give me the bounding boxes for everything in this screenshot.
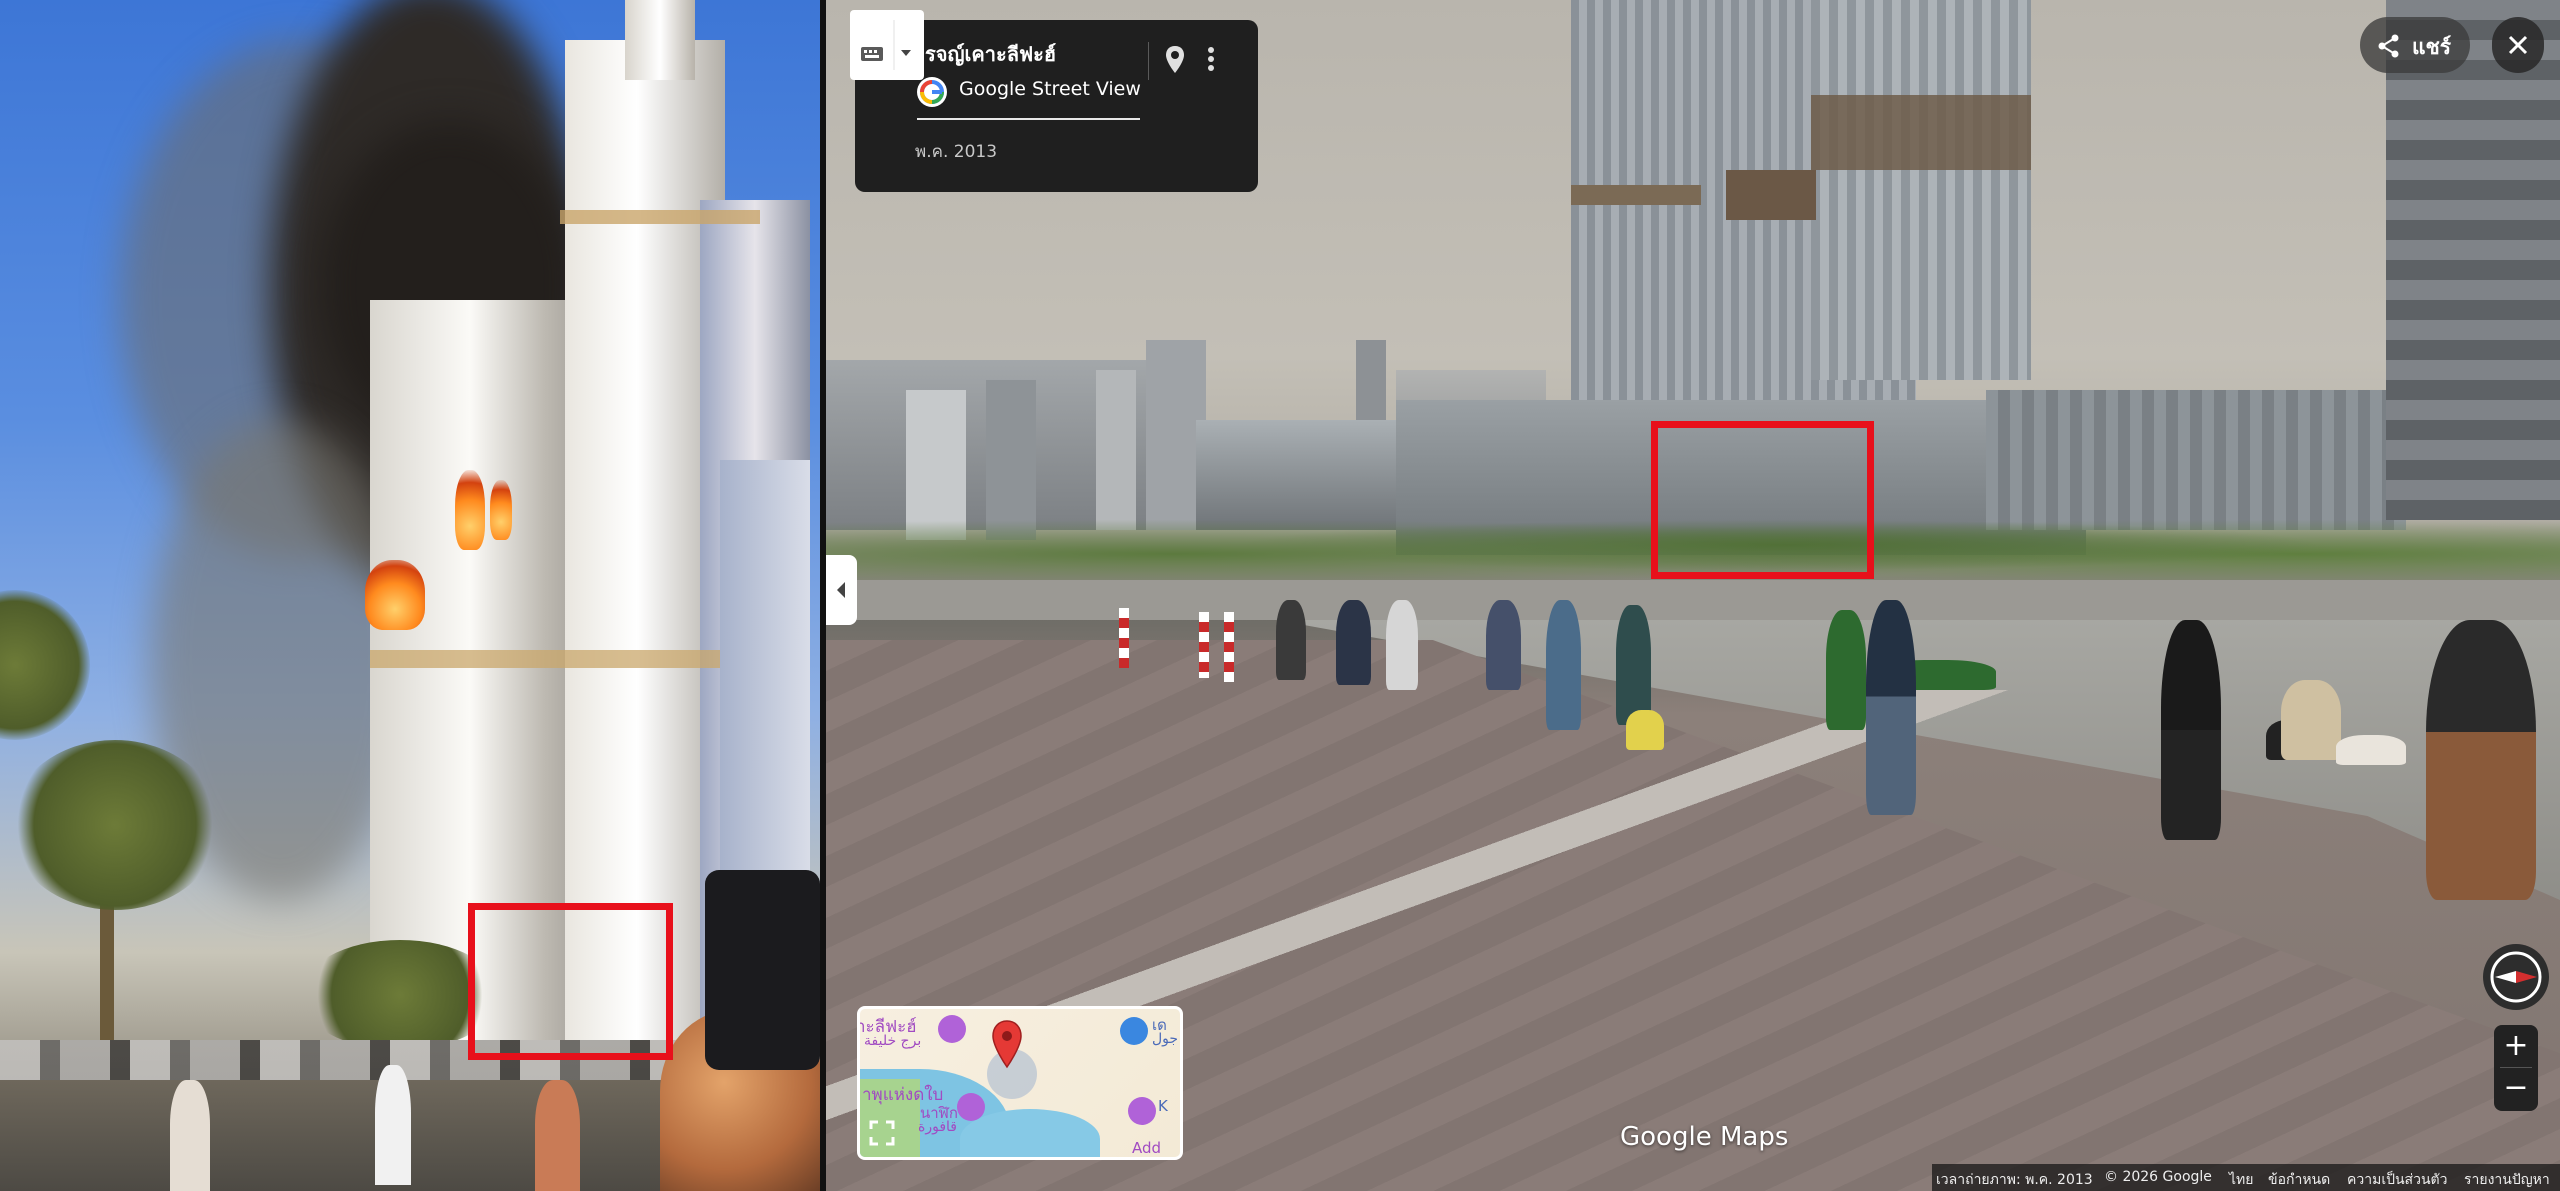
google-g-logo [917, 77, 947, 107]
tower-band [560, 210, 760, 224]
capture-date: พ.ค. 2013 [915, 142, 998, 162]
bollard [1224, 612, 1234, 682]
palm-tree [10, 740, 220, 910]
close-button[interactable] [2492, 17, 2544, 73]
share-icon [2378, 34, 2399, 58]
person [1486, 600, 1521, 690]
camera-poi-icon[interactable] [1128, 1097, 1156, 1125]
tower-band [1726, 170, 1816, 220]
tower-section [1811, 0, 2031, 380]
footer-bar: เวลาถ่ายภาพ: พ.ค. 2013 © 2026 Google ไทย… [1932, 1164, 2560, 1191]
footer-privacy-link[interactable]: ความเป็นส่วนตัว [2347, 1169, 2448, 1191]
stone-ledge [826, 580, 2560, 620]
person [375, 1065, 411, 1185]
keyboard-icon [861, 20, 911, 70]
person-standing [1866, 600, 1916, 815]
close-icon [2508, 35, 2528, 55]
more-options-button[interactable] [1196, 40, 1226, 80]
dropdown-caret-icon [901, 50, 911, 56]
highlight-box-left [468, 903, 673, 1060]
map-label: برج خليفة [864, 1033, 922, 1049]
chevron-left-icon [837, 582, 845, 598]
map-label: K [1158, 1097, 1168, 1115]
footer-language-link[interactable]: ไทย [2229, 1169, 2253, 1191]
location-pin-icon [1166, 46, 1184, 73]
person [1616, 605, 1651, 725]
street-view-source: Google Street View [959, 78, 1141, 100]
person [1386, 600, 1418, 690]
footer-terms-link[interactable]: ข้อกำหนด [2268, 1169, 2330, 1191]
camera-poi-icon[interactable] [938, 1015, 966, 1043]
bollard [1199, 612, 1209, 678]
location-pin-button[interactable] [1160, 40, 1190, 80]
fire-video-frame [0, 0, 820, 1191]
person [1546, 600, 1581, 730]
paper-bag [2281, 680, 2341, 760]
person [1336, 600, 1371, 685]
map-label: Add [1132, 1139, 1162, 1157]
tower-band [1811, 95, 2031, 170]
compass-icon [2490, 951, 2542, 1003]
person [170, 1080, 210, 1191]
person [1826, 610, 1866, 730]
right-building [2386, 0, 2560, 520]
camera-poi-icon[interactable] [957, 1093, 985, 1121]
compass-button[interactable] [2483, 944, 2549, 1010]
share-button[interactable]: แชร์ [2360, 17, 2470, 73]
person [1276, 600, 1306, 680]
share-label: แชร์ [2412, 35, 2452, 59]
highlight-box-right [1651, 421, 1874, 579]
tower-band [1571, 185, 1701, 205]
phone [705, 870, 820, 1070]
zoom-in-button[interactable]: + [2494, 1025, 2538, 1067]
footer-copyright: © 2026 Google [2104, 1169, 2212, 1185]
person [535, 1080, 580, 1191]
bollard [1119, 608, 1129, 668]
shopping-poi-icon[interactable] [1120, 1017, 1148, 1045]
map-label: جول [1152, 1031, 1179, 1047]
more-vert-icon [1208, 47, 1214, 71]
red-pin-icon [992, 1020, 1022, 1069]
map-label: قافورة [918, 1119, 957, 1135]
minimap[interactable]: าะลีฟะฮ์ برج خليفة าพุแห่งดใบ นาฬิกา قاف… [857, 1006, 1183, 1160]
card-separator [1148, 42, 1149, 80]
palm-tree [0, 590, 90, 740]
person-sitting [2426, 620, 2536, 900]
shopping-bag [1626, 710, 1664, 750]
card-divider [917, 118, 1140, 120]
fullscreen-icon[interactable] [868, 1119, 896, 1147]
shoes [2336, 735, 2406, 765]
tower-spire-top [625, 0, 695, 80]
fire-flame [490, 480, 512, 540]
collapse-panel-button[interactable] [826, 555, 857, 625]
zoom-out-button[interactable]: − [2494, 1068, 2538, 1110]
keyboard-shortcuts-button[interactable] [850, 10, 924, 80]
footer-image-date: เวลาถ่ายภาพ: พ.ค. 2013 [1936, 1172, 2093, 1188]
fire-flame [455, 470, 485, 550]
place-title: ุรจญ์เคาะลีฟะฮ์ [925, 42, 1057, 66]
footer-report-link[interactable]: รายงานปัญหา [2464, 1169, 2550, 1191]
fire-flame [365, 560, 425, 630]
google-maps-watermark: Google Maps [1620, 1122, 1789, 1152]
person-sitting [2161, 620, 2221, 840]
